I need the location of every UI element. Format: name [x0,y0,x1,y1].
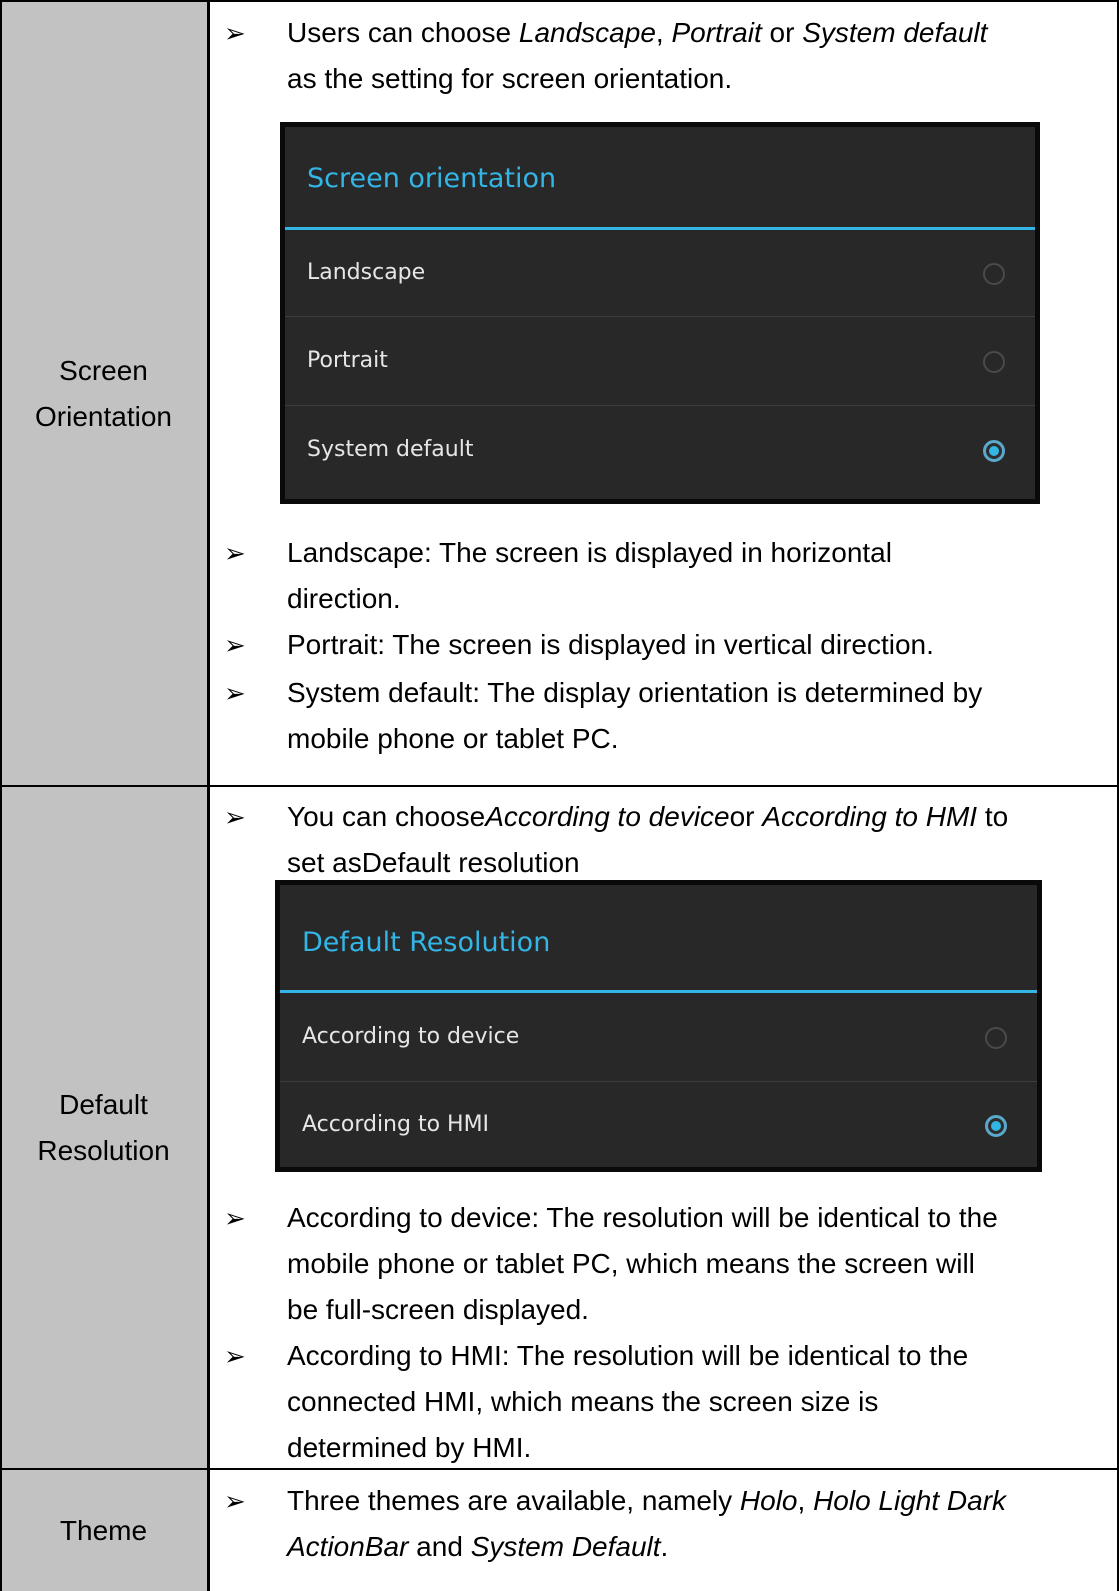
text-run: , [797,1485,814,1516]
content-screen-orientation: ➢ Users can choose Landscape, Portrait o… [210,2,1119,785]
row-default-resolution: Default Resolution ➢ You can chooseAccor… [0,787,1119,1468]
radio-checked-icon[interactable] [985,1115,1007,1137]
arrow-bullet-icon: ➢ [224,630,246,660]
row-label-line: Resolution [37,1134,170,1166]
text-line: According to device: The resolution will… [287,1202,998,1233]
text-line: connected HMI, which means the screen si… [287,1386,879,1417]
option-according-to-hmi[interactable]: According to HMI [280,1082,1037,1167]
dialog-title: Default Resolution [302,927,551,958]
content-theme: ➢ Three themes are available, namely Hol… [210,1470,1119,1591]
text-run: , [655,17,672,48]
default-resolution-dialog: Default Resolution According to device A… [275,880,1042,1172]
intro-text: Users can choose Landscape, Portrait or … [287,10,1115,102]
text-line: mobile phone or tablet PC. [287,723,619,754]
intro-text: Three themes are available, namely Holo,… [287,1478,1115,1570]
text-run-italic: Landscape [518,17,656,48]
radio-unchecked-icon[interactable] [983,351,1005,373]
option-label: According to device [302,1024,520,1049]
row-label-theme: Theme [0,1470,210,1591]
option-label: System default [307,437,474,462]
settings-table: Screen Orientation ➢ Users can choose La… [0,0,1119,1591]
radio-unchecked-icon[interactable] [983,263,1005,285]
text-line: determined by HMI. [287,1432,532,1463]
arrow-bullet-icon: ➢ [224,18,246,48]
arrow-bullet-icon: ➢ [224,1341,246,1371]
arrow-bullet-icon: ➢ [224,802,246,832]
text-line: direction. [287,583,401,614]
text-run: or [729,801,763,832]
option-landscape[interactable]: Landscape [285,230,1035,316]
text-line: mobile phone or tablet PC, which means t… [287,1248,975,1279]
row-divider [0,1468,1119,1470]
text-run-italic: ActionBar [287,1531,409,1562]
text-run-italic: Holo Light Dark [813,1485,1007,1516]
row-label-line: Theme [59,1514,148,1546]
arrow-bullet-icon: ➢ [224,1486,246,1516]
text-line: be full-screen displayed. [287,1294,589,1325]
text-line: According to HMI: The resolution will be… [287,1340,969,1371]
text-line: as the setting for screen orientation. [287,63,733,94]
row-label-default-resolution: Default Resolution [0,787,210,1468]
text-run-italic: Portrait [671,17,762,48]
radio-unchecked-icon[interactable] [985,1027,1007,1049]
row-label-line: Orientation [35,400,172,432]
intro-text: You can chooseAccording to deviceor Acco… [287,794,1115,886]
row-screen-orientation: Screen Orientation ➢ Users can choose La… [0,2,1119,785]
text-run-italic: System Default [470,1531,661,1562]
text-line: System default: The display orientation … [287,677,983,708]
text-run: and [408,1531,471,1562]
text-line: Portrait: The screen is displayed in ver… [287,629,934,660]
text-run-italic: System default [802,17,988,48]
text-run: Users can choose [287,17,519,48]
dialog-title: Screen orientation [307,163,557,194]
arrow-bullet-icon: ➢ [224,678,246,708]
arrow-bullet-icon: ➢ [224,1203,246,1233]
option-according-to-device[interactable]: According to device [280,993,1037,1081]
row-label-line: Screen [59,354,148,386]
text-run-italic: Holo [739,1485,798,1516]
table-border-left [0,0,2,1591]
option-label: Landscape [307,260,426,285]
text-run: Three themes are available, namely [287,1485,740,1516]
text-run: to [977,801,1009,832]
row-label-line: Default [59,1088,148,1120]
text-line: Landscape: The screen is displayed in ho… [287,537,892,568]
table-border-top [0,0,1119,2]
text-run: . [660,1531,669,1562]
row-label-screen-orientation: Screen Orientation [0,2,210,785]
row-theme: Theme ➢ Three themes are available, name… [0,1470,1119,1591]
row-divider [0,785,1119,787]
text-run-italic: According to device [485,801,730,832]
option-system-default[interactable]: System default [285,406,1035,494]
option-portrait[interactable]: Portrait [285,317,1035,405]
text-run-italic: According to HMI [762,801,978,832]
arrow-bullet-icon: ➢ [224,538,246,568]
screen-orientation-dialog: Screen orientation Landscape Portrait Sy… [280,122,1040,504]
text-run: or [761,17,803,48]
option-label: Portrait [307,348,388,373]
option-label: According to HMI [302,1112,490,1137]
text-run: You can choose [287,801,486,832]
radio-checked-icon[interactable] [983,440,1005,462]
content-default-resolution: ➢ You can chooseAccording to deviceor Ac… [210,787,1119,1468]
